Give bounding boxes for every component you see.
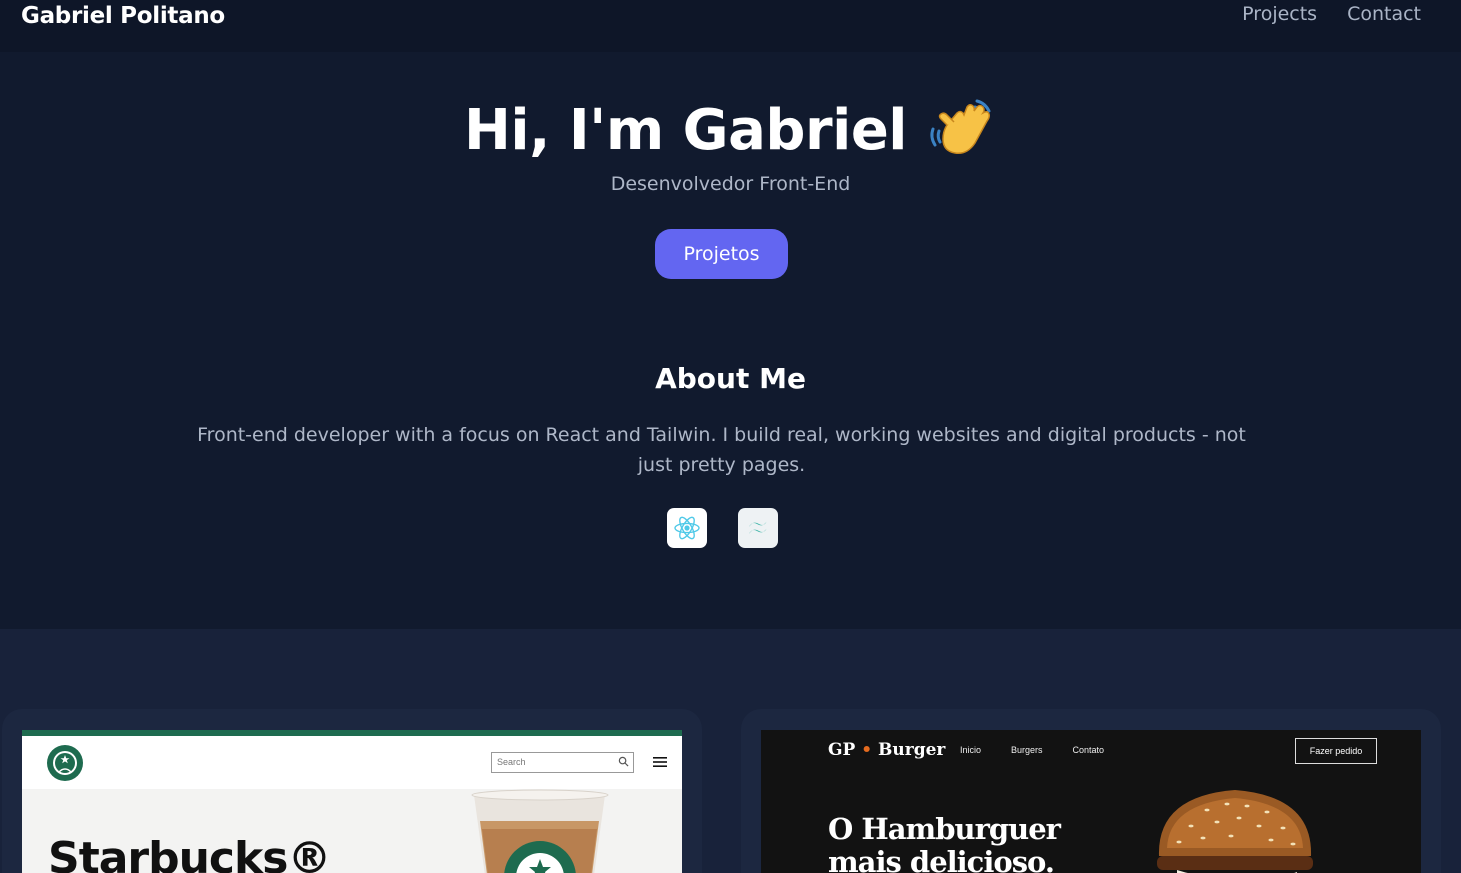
waving-hand-icon — [930, 99, 991, 154]
thumbnail-headline: O Hamburguer mais delicioso. — [828, 812, 1061, 873]
thumbnail-nav-item: Inicio — [960, 745, 982, 755]
project-thumbnail-starbucks[interactable]: Search Starbucks® — [22, 730, 682, 873]
hero-section: Hi, I'm Gabriel Desenvolvedor Front-End … — [0, 52, 1461, 629]
thumbnail-headline: Starbucks® — [48, 833, 331, 873]
project-thumbnail-gp-burger[interactable]: GP • Burger Inicio Burgers Contato Fazer… — [761, 730, 1421, 873]
project-card-starbucks[interactable]: Search Starbucks® — [2, 709, 702, 873]
search-icon — [618, 756, 629, 767]
react-icon — [667, 508, 707, 548]
thumbnail-search-placeholder: Search — [497, 757, 526, 767]
thumbnail-logo: GP • Burger — [828, 740, 945, 760]
thumbnail-logo-dot: • — [861, 740, 873, 760]
thumbnail-headline-line1: O Hamburguer — [828, 812, 1061, 846]
thumbnail-logo-right: Burger — [878, 740, 946, 760]
thumbnail-nav: Inicio Burgers Contato — [960, 745, 1104, 755]
brand-logo[interactable]: Gabriel Politano — [21, 3, 225, 29]
starbucks-logo-icon — [47, 745, 83, 781]
nav-link-projects[interactable]: Projects — [1242, 3, 1317, 25]
coffee-cup-image — [471, 789, 609, 873]
project-card-gp-burger[interactable]: GP • Burger Inicio Burgers Contato Fazer… — [741, 709, 1441, 873]
tailwind-icon — [738, 508, 778, 548]
burger-image — [1157, 790, 1313, 873]
thumbnail-order-button: Fazer pedido — [1295, 738, 1377, 764]
hero-title: Hi, I'm Gabriel — [464, 98, 908, 163]
tech-icons — [667, 508, 778, 548]
nav-link-contact[interactable]: Contact — [1347, 3, 1421, 25]
hero-title-row: Hi, I'm Gabriel — [0, 98, 1461, 163]
hero-subtitle: Desenvolvedor Front-End — [610, 173, 851, 195]
thumbnail-nav-item: Burgers — [1011, 745, 1043, 755]
thumbnail-search-input: Search — [491, 752, 634, 773]
projects-button[interactable]: Projetos — [655, 229, 788, 279]
thumbnail-logo-left: GP — [828, 740, 856, 760]
thumbnail-headline-line2: mais delicioso. — [828, 845, 1055, 873]
thumbnail-header: Search — [22, 736, 682, 789]
thumbnail-nav-item: Contato — [1072, 745, 1105, 755]
about-title: About Me — [655, 362, 806, 395]
menu-icon — [653, 757, 667, 767]
thumbnail-hero: Starbucks® — [22, 789, 682, 873]
nav-links: Projects Contact — [1242, 3, 1421, 25]
navbar: Gabriel Politano Projects Contact — [0, 0, 1461, 52]
projects-section: Search Starbucks® GP • Burger Inicio Bur… — [0, 629, 1461, 873]
about-text: Front-end developer with a focus on Reac… — [197, 424, 1246, 476]
